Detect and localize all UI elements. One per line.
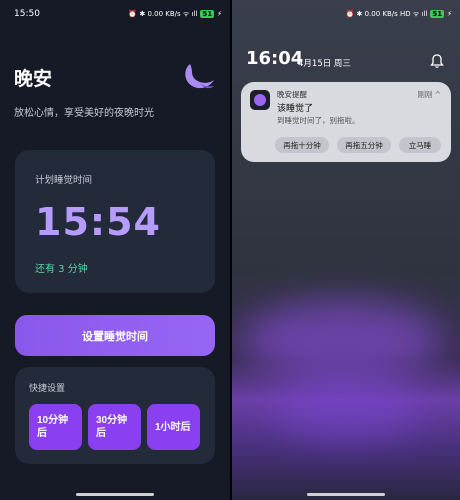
lock-screen: ⏰ ✱ 0.00 KB/s HD ᯤ ıll 51 ⚡ 16:04 4月15日 … (232, 0, 460, 500)
status-icons: ⏰ ✱ 0.00 KB/s HD ᯤ ıll (345, 9, 428, 18)
quick-10min-button[interactable]: 10分钟后 (29, 404, 82, 450)
charging-icon: ⚡ (447, 10, 452, 18)
status-bar: 15:50 ⏰ ✱ 0.00 KB/s ᯤ ıll 51 ⚡ (14, 7, 222, 21)
subtitle: 放松心情，享受美好的夜晚时光 (14, 108, 154, 119)
sleep-now-button[interactable]: 立马睡 (399, 137, 441, 153)
battery-icon: 51 (200, 10, 215, 18)
home-indicator[interactable] (76, 493, 154, 496)
page-title: 晚安 (14, 68, 53, 90)
notification-time[interactable]: 刚刚 ^ (417, 89, 441, 100)
quick-settings-label: 快捷设置 (29, 384, 66, 394)
card-label: 计划睡觉时间 (35, 175, 93, 186)
notification-card[interactable]: 晚安提醒 刚刚 ^ 该睡觉了 到睡觉时间了，别拖啦。 再拖十分钟 再拖五分钟 立… (241, 82, 451, 162)
notification-app-name: 晚安提醒 (277, 90, 307, 99)
quick-settings-card: 快捷设置 10分钟后 30分钟后 1小时后 (15, 367, 215, 464)
planned-sleep-card: 计划睡觉时间 15:54 还有 3 分钟 (15, 150, 215, 293)
lock-clock: 16:04 (246, 48, 304, 69)
notification-body: 到睡觉时间了，别拖啦。 (277, 116, 360, 125)
set-sleep-time-button[interactable]: 设置睡觉时间 (15, 315, 215, 356)
charging-icon: ⚡ (217, 10, 222, 18)
notification-title: 该睡觉了 (277, 104, 314, 114)
planned-time: 15:54 (35, 200, 161, 244)
quick-30min-button[interactable]: 30分钟后 (88, 404, 141, 450)
snooze-10-button[interactable]: 再拖十分钟 (275, 137, 329, 153)
moon-icon (185, 64, 214, 89)
app-icon (250, 90, 270, 110)
home-indicator[interactable] (307, 493, 385, 496)
status-icons: ⏰ ✱ 0.00 KB/s ᯤ ıll (128, 9, 198, 18)
snooze-5-button[interactable]: 再拖五分钟 (337, 137, 391, 153)
battery-icon: 51 (430, 10, 445, 18)
bell-icon[interactable] (429, 53, 445, 69)
app-screen: 15:50 ⏰ ✱ 0.00 KB/s ᯤ ıll 51 ⚡ 晚安 放松心情，享… (0, 0, 230, 500)
lock-date: 4月15日 周三 (298, 59, 351, 69)
time-remaining: 还有 3 分钟 (35, 264, 88, 275)
quick-1hour-button[interactable]: 1小时后 (147, 404, 200, 450)
status-time: 15:50 (14, 9, 40, 19)
status-bar: ⏰ ✱ 0.00 KB/s HD ᯤ ıll 51 ⚡ (242, 7, 452, 21)
